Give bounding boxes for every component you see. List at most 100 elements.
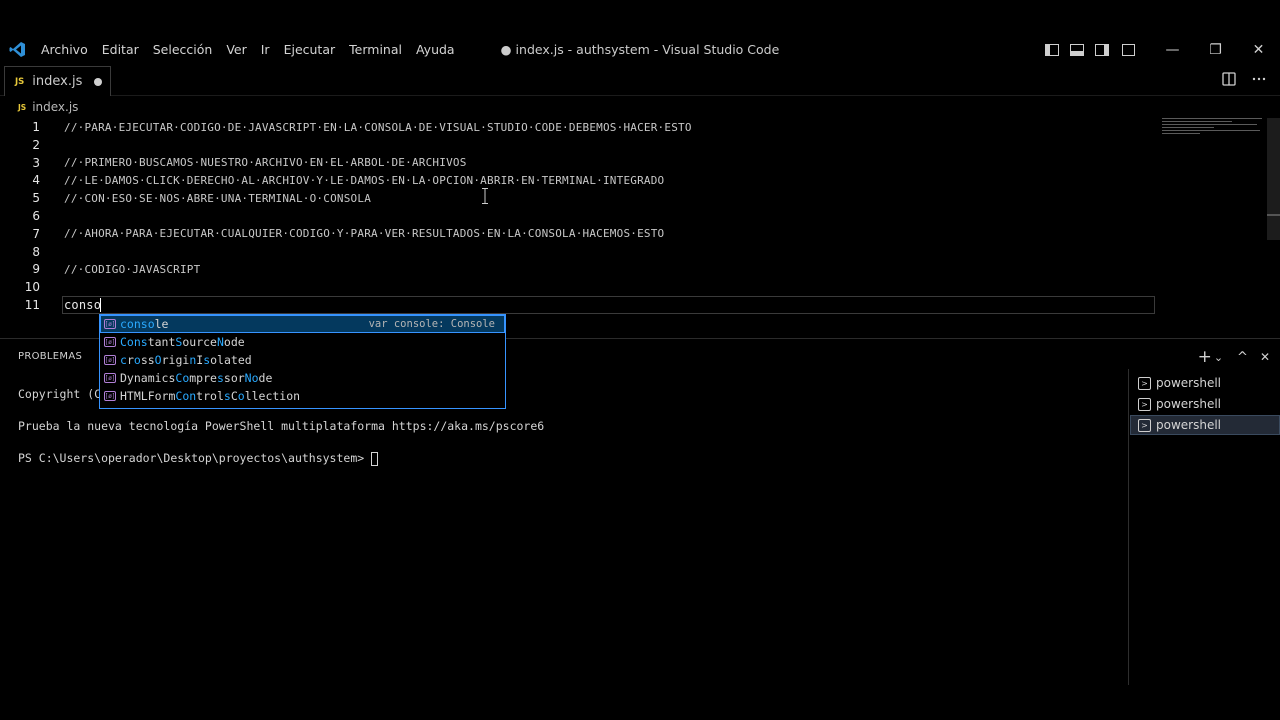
code-line: 6	[0, 207, 1160, 225]
terminal-label: powershell	[1156, 418, 1221, 432]
match-highlight: o	[237, 389, 245, 403]
breadcrumb-file[interactable]: index.js	[32, 100, 78, 114]
match-highlight: Con	[175, 389, 197, 403]
label-text: de	[258, 371, 273, 385]
menu-item-ir[interactable]: Ir	[254, 35, 277, 64]
label-text: HTMLForm	[120, 389, 176, 403]
line-number: 10	[24, 280, 40, 295]
line-number: 3	[32, 155, 40, 170]
code-text: //·CODIGO·JAVASCRIPT	[64, 262, 201, 276]
suggestion-label: console	[120, 317, 168, 331]
variable-symbol-icon: [ø]	[104, 337, 116, 347]
suggestion-label: crossOriginIsolated	[120, 353, 252, 367]
javascript-file-icon: JS	[18, 102, 27, 112]
menu-item-ver[interactable]: Ver	[219, 35, 253, 64]
title-bar: Archivo Editar Selección Ver Ir Ejecutar Termi…	[0, 35, 1280, 64]
menu-item-selecci-n[interactable]: Selección	[146, 35, 220, 64]
toggle-panel-icon[interactable]	[1070, 43, 1084, 56]
code-line: 4 //·LE·DAMOS·CLICK·DERECHO·AL·ARCHIOV·Y·…	[0, 171, 1160, 189]
label-text: ss	[140, 353, 155, 367]
current-line-highlight	[62, 296, 1155, 314]
editor-tab-bar: JS index.js	[0, 64, 1280, 96]
menu-item-ejecutar[interactable]: Ejecutar	[277, 35, 343, 64]
unsaved-dot-icon[interactable]	[94, 78, 102, 86]
editor-actions	[1222, 72, 1266, 90]
new-terminal-icon[interactable]: +	[1198, 347, 1212, 367]
more-actions-icon[interactable]	[1252, 72, 1266, 90]
panel-actions: + ⌄ ^ ✕	[1198, 347, 1270, 367]
tab-index-js[interactable]: JS index.js	[4, 66, 111, 96]
code-line: 7 //·AHORA·PARA·EJECUTAR·CUALQUIER·CODIGO…	[0, 225, 1160, 243]
match-highlight: o	[133, 353, 141, 367]
label-text: trol	[196, 389, 224, 403]
suggestion-detail: var console: Console	[368, 318, 495, 330]
label-text: r	[126, 353, 134, 367]
tab-problems[interactable]: PROBLEMAS	[18, 351, 82, 362]
code-line: 1 //·PARA·EJECUTAR·CODIGO·DE·JAVASCRIPT·E…	[0, 118, 1160, 136]
line-number: 1	[32, 120, 40, 134]
javascript-file-icon: JS	[15, 76, 25, 87]
code-text: //·PRIMERO·BUSCAMOS·NUESTRO·ARCHIVO·EN·E…	[64, 156, 467, 170]
terminal-dropdown-icon[interactable]: ⌄	[1214, 351, 1223, 364]
code-line: 8	[0, 243, 1160, 261]
suggestion-label: DynamicsCompressorNode	[120, 371, 272, 385]
match-highlight: conso	[120, 317, 155, 331]
variable-symbol-icon: [ø]	[104, 355, 116, 365]
terminal-divider[interactable]	[1128, 369, 1129, 685]
terminal-line: Prueba la nueva tecnología PowerShell mu…	[18, 418, 1118, 434]
maximize-panel-icon[interactable]: ^	[1237, 350, 1248, 365]
line-number: 8	[32, 244, 40, 259]
code-text: //·AHORA·PARA·EJECUTAR·CUALQUIER·CODIGO·…	[64, 227, 665, 241]
terminal-instance[interactable]: > powershell	[1130, 373, 1280, 393]
menu-item-ayuda[interactable]: Ayuda	[409, 35, 462, 64]
editor-scrollbar[interactable]	[1267, 118, 1280, 240]
toggle-sidebar-icon[interactable]	[1045, 43, 1059, 56]
code-line: 3 //·PRIMERO·BUSCAMOS·NUESTRO·ARCHIVO·EN·…	[0, 154, 1160, 172]
label-text: le	[154, 317, 169, 331]
code-line: 10	[0, 278, 1160, 296]
close-panel-icon[interactable]: ✕	[1260, 350, 1270, 364]
match-highlight: N	[216, 335, 224, 349]
terminal-text: PS C:\Users\operador\Desktop\proyectos\a…	[18, 451, 372, 465]
terminal-icon: >	[1138, 418, 1151, 432]
menu-item-terminal[interactable]: Terminal	[342, 35, 409, 64]
line-number: 6	[32, 209, 40, 223]
minimap[interactable]	[1162, 118, 1268, 138]
label-text: tant	[147, 335, 176, 349]
suggestion-item[interactable]: [ø] ConstantSourceNode	[100, 333, 505, 351]
code-text: //·PARA·EJECUTAR·CODIGO·DE·JAVASCRIPT·EN…	[64, 120, 692, 134]
label-text: olated	[210, 353, 252, 367]
menu-item-editar[interactable]: Editar	[95, 35, 146, 64]
suggestion-item[interactable]: [ø] crossOriginIsolated	[100, 351, 505, 369]
mouse-ibeam-cursor-icon	[482, 188, 488, 204]
minimize-button[interactable]: —	[1151, 35, 1194, 64]
suggestion-label: ConstantSourceNode	[120, 335, 245, 349]
match-highlight: O	[154, 353, 162, 367]
variable-symbol-icon: [ø]	[104, 319, 116, 329]
scrollbar-cursor-marker	[1267, 214, 1280, 216]
customize-layout-icon[interactable]	[1122, 43, 1135, 56]
code-line: 9 //·CODIGO·JAVASCRIPT	[0, 260, 1160, 278]
line-number: 4	[32, 173, 40, 188]
split-editor-icon[interactable]	[1222, 72, 1236, 90]
menu-item-archivo[interactable]: Archivo	[34, 35, 95, 64]
terminal-list: > powershell > powershell > powershell	[1130, 373, 1280, 436]
match-highlight: s	[216, 371, 224, 385]
label-text: ode	[223, 335, 245, 349]
code-line: 5 //·CON·ESO·SE·NOS·ABRE·UNA·TERMINAL·O·C…	[0, 189, 1160, 207]
match-highlight: s	[223, 389, 231, 403]
terminal-instance[interactable]: > powershell	[1130, 415, 1280, 435]
suggestion-item[interactable]: [ø] DynamicsCompressorNode	[100, 369, 505, 387]
label-text: mpre	[189, 371, 217, 385]
suggestion-item[interactable]: [ø] HTMLFormControlsCollection	[100, 387, 505, 405]
toggle-secondary-sidebar-icon[interactable]	[1095, 43, 1109, 56]
terminal-icon: >	[1138, 376, 1151, 390]
terminal-label: powershell	[1156, 376, 1221, 390]
label-text: C	[230, 389, 238, 403]
close-window-button[interactable]: ✕	[1237, 35, 1280, 64]
code-text: //·LE·DAMOS·CLICK·DERECHO·AL·ARCHIOV·Y·L…	[64, 173, 665, 187]
terminal-instance[interactable]: > powershell	[1130, 394, 1280, 414]
suggestion-item[interactable]: [ø] console var console: Console	[100, 315, 505, 333]
restore-button[interactable]: ❐	[1194, 35, 1237, 64]
